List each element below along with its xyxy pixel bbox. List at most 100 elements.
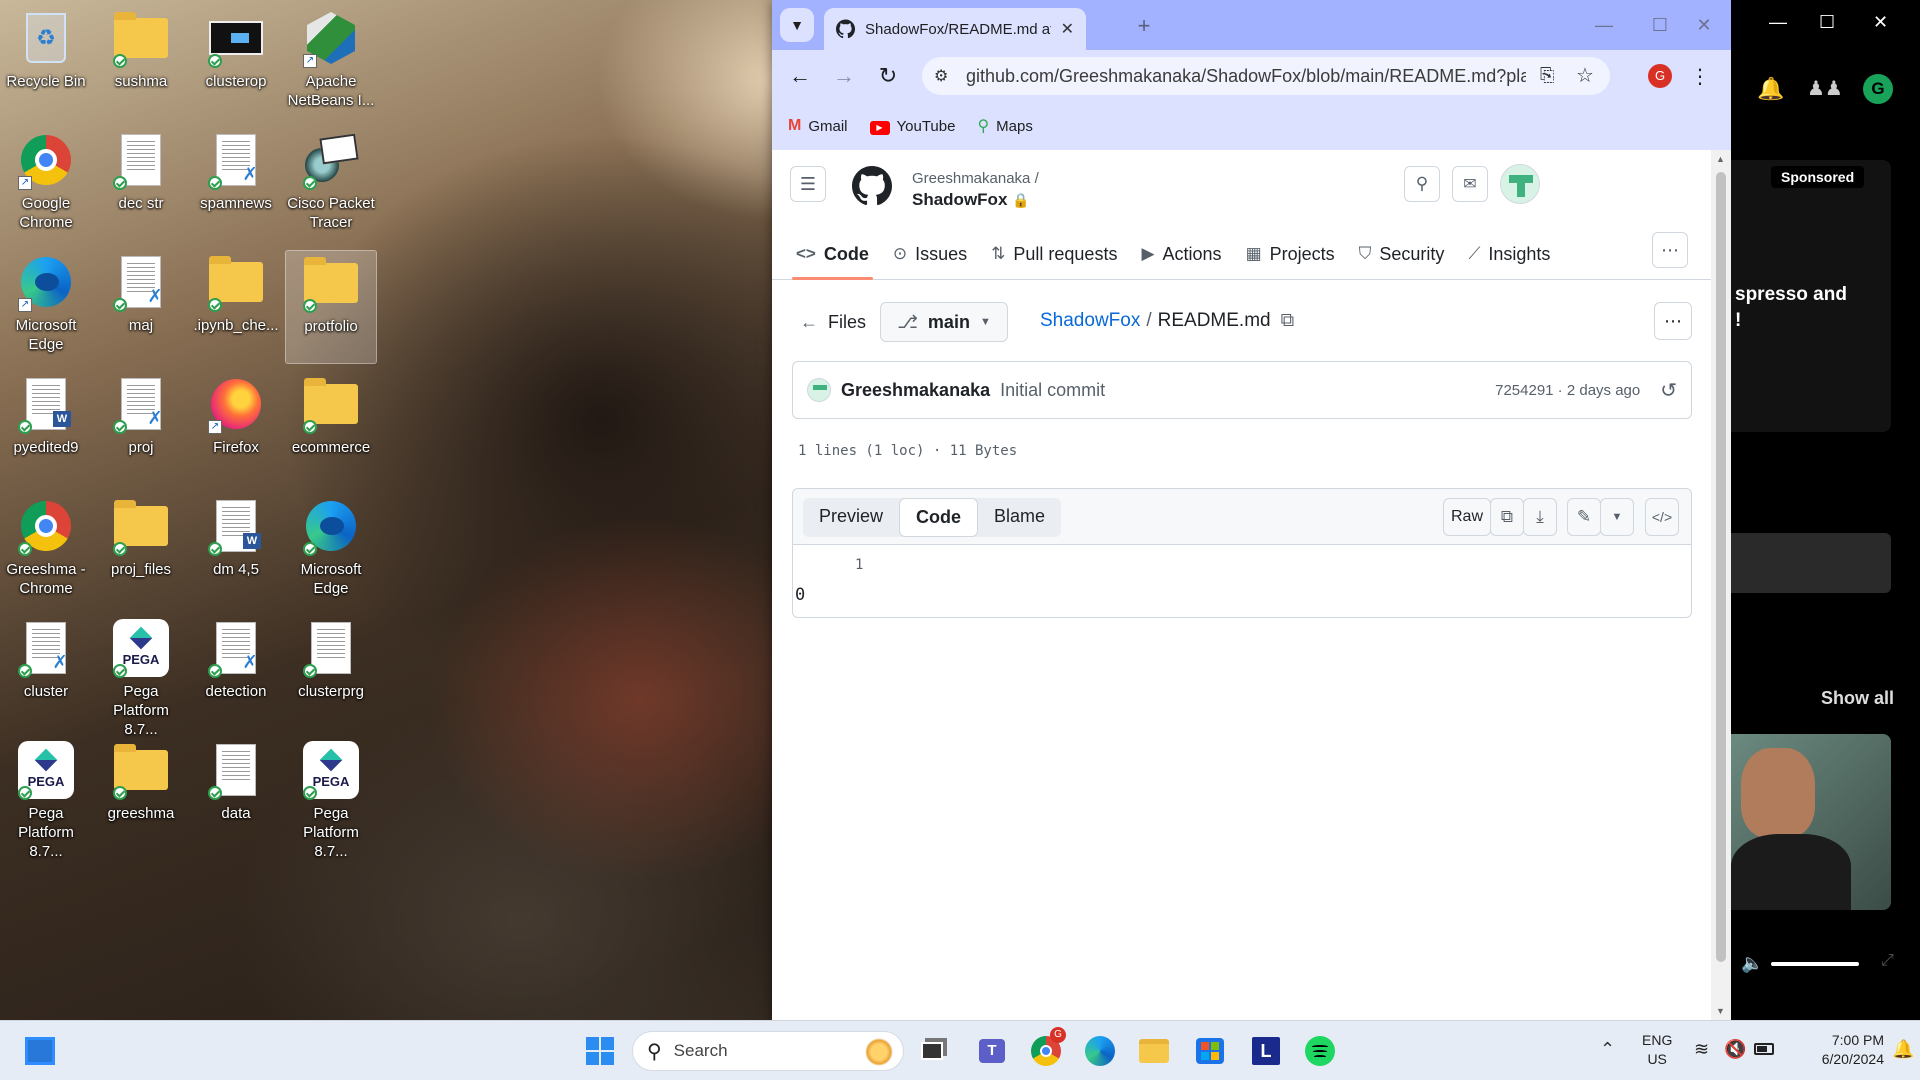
desktop-icon[interactable]: ✗ maj: [95, 250, 187, 364]
repo-name-link[interactable]: ShadowFox 🔒: [912, 190, 1030, 210]
more-tabs-button[interactable]: ⋯: [1652, 232, 1688, 268]
desktop-icon[interactable]: protfolio: [285, 250, 377, 364]
desktop-icon[interactable]: Wpyedited9: [0, 372, 92, 486]
notification-bell-icon[interactable]: 🔔: [1892, 1039, 1914, 1060]
wifi-icon[interactable]: ≋: [1694, 1039, 1709, 1060]
view-tab-blame[interactable]: Blame: [978, 498, 1061, 537]
desktop-icon[interactable]: dec str: [95, 128, 187, 242]
spotify-minimize-button[interactable]: —: [1769, 12, 1787, 33]
widgets-icon[interactable]: [20, 1031, 60, 1071]
files-toggle-button[interactable]: ← Files: [792, 304, 874, 340]
desktop-icon[interactable]: PEGA Pega Platform 8.7...: [95, 616, 187, 738]
desktop-icon[interactable]: sushma: [95, 6, 187, 120]
language-indicator[interactable]: ENG US: [1642, 1031, 1672, 1069]
desktop-icon[interactable]: ↗ Firefox: [190, 372, 282, 486]
desktop-icon[interactable]: ✗ cluster: [0, 616, 92, 730]
taskbar-search[interactable]: ⚲ Search: [632, 1031, 904, 1071]
file-more-button[interactable]: ⋯: [1654, 302, 1692, 340]
friend-activity-icon[interactable]: ♟♟: [1807, 76, 1843, 101]
commit-meta[interactable]: 7254291 · 2 days ago: [1495, 382, 1640, 399]
raw-button[interactable]: Raw: [1443, 498, 1491, 536]
forward-button[interactable]: →: [828, 60, 860, 92]
edit-options-button[interactable]: ▼: [1600, 498, 1634, 536]
desktop-icon[interactable]: ↗ Google Chrome: [0, 128, 92, 242]
copy-path-icon[interactable]: ⧉: [1281, 310, 1295, 332]
volume-icon[interactable]: 🔈: [1741, 953, 1763, 974]
copy-raw-button[interactable]: ⧉: [1490, 498, 1524, 536]
tab-issues[interactable]: ⊙ Issues: [881, 230, 979, 278]
history-icon[interactable]: ↺: [1660, 378, 1677, 403]
browser-tab[interactable]: ShadowFox/README.md at main ✕: [824, 8, 1086, 50]
edge-taskbar-icon[interactable]: [1080, 1031, 1120, 1071]
view-tab-preview[interactable]: Preview: [803, 498, 899, 537]
desktop-icon[interactable]: data: [190, 738, 282, 852]
desktop-icon[interactable]: .ipynb_che...: [190, 250, 282, 364]
menu-kebab-icon[interactable]: ⋮: [1686, 62, 1714, 90]
download-button[interactable]: ⤓: [1523, 498, 1557, 536]
tab-actions[interactable]: ▶ Actions: [1129, 230, 1233, 278]
desktop-icon[interactable]: ↗ Microsoft Edge: [0, 250, 92, 364]
page-scrollbar[interactable]: ▲ ▼: [1711, 150, 1731, 1020]
nav-menu-button[interactable]: ☰: [790, 166, 826, 202]
chrome-taskbar-icon[interactable]: G: [1026, 1027, 1066, 1071]
notifications-bell-icon[interactable]: 🔔: [1757, 76, 1784, 102]
repo-owner-link[interactable]: Greeshmakanaka /: [912, 170, 1039, 187]
edit-button[interactable]: ✎: [1567, 498, 1601, 536]
commit-author[interactable]: Greeshmakanaka: [841, 380, 990, 401]
desktop-icon[interactable]: greeshma: [95, 738, 187, 852]
l-app-icon[interactable]: L: [1246, 1031, 1286, 1071]
task-view-icon[interactable]: [912, 1031, 952, 1071]
address-bar[interactable]: ⚙ github.com/Greeshmakanaka/ShadowFox/bl…: [922, 57, 1610, 95]
install-app-icon[interactable]: ⎘: [1540, 65, 1554, 86]
desktop-icon[interactable]: ✗ detection: [190, 616, 282, 730]
bookmark-gmail[interactable]: M Gmail: [788, 117, 848, 135]
desktop-icon[interactable]: Microsoft Edge: [285, 494, 377, 608]
profile-avatar[interactable]: G: [1648, 64, 1672, 88]
fullscreen-icon[interactable]: ⤢: [1881, 952, 1894, 970]
commit-author-avatar[interactable]: [807, 378, 831, 402]
desktop-icon[interactable]: ♻ Recycle Bin: [0, 6, 92, 120]
speaker-muted-icon[interactable]: 🔇: [1724, 1039, 1746, 1060]
file-explorer-icon[interactable]: [1134, 1031, 1174, 1071]
commit-message[interactable]: Initial commit: [1000, 380, 1105, 401]
spotify-close-button[interactable]: ✕: [1873, 12, 1888, 33]
desktop-icon[interactable]: Greeshma - Chrome: [0, 494, 92, 608]
tab-code[interactable]: <> Code: [784, 230, 881, 280]
tab-security[interactable]: ⛉ Security: [1347, 230, 1457, 278]
desktop-icon[interactable]: Wdm 4,5: [190, 494, 282, 608]
bookmark-youtube[interactable]: ▶ YouTube: [869, 117, 955, 135]
spotify-profile-avatar[interactable]: G: [1863, 74, 1893, 104]
branch-selector[interactable]: ⎇ main ▼: [880, 302, 1008, 342]
minimize-button[interactable]: —: [1584, 10, 1624, 40]
tab-insights[interactable]: ⟋ Insights: [1456, 230, 1562, 278]
start-button[interactable]: [580, 1031, 620, 1071]
bookmark-maps[interactable]: ⚲ Maps: [977, 116, 1032, 136]
teams-icon[interactable]: T: [972, 1031, 1012, 1071]
scroll-down-icon[interactable]: ▼: [1716, 1006, 1725, 1016]
view-tab-code[interactable]: Code: [899, 498, 979, 537]
tab-pull-requests[interactable]: ⇅ Pull requests: [979, 230, 1129, 278]
back-button[interactable]: ←: [784, 60, 816, 92]
desktop-icon[interactable]: Cisco Packet Tracer: [285, 128, 377, 242]
new-tab-button[interactable]: +: [1130, 12, 1158, 40]
artist-card-image[interactable]: [1731, 734, 1891, 910]
desktop-icon[interactable]: ✗ proj: [95, 372, 187, 486]
desktop-icon[interactable]: ↗ Apache NetBeans I...: [285, 6, 377, 120]
tab-projects[interactable]: ▦ Projects: [1234, 230, 1347, 278]
desktop-icon[interactable]: proj_files: [95, 494, 187, 608]
show-all-link[interactable]: Show all: [1821, 688, 1894, 709]
search-button[interactable]: ⚲: [1404, 166, 1440, 202]
desktop-icon[interactable]: PEGA Pega Platform 8.7...: [285, 738, 377, 860]
maximize-button[interactable]: ☐: [1640, 10, 1680, 40]
user-avatar[interactable]: [1500, 164, 1540, 204]
store-icon[interactable]: [1190, 1031, 1230, 1071]
symbols-panel-button[interactable]: </>: [1645, 498, 1679, 536]
desktop-icon[interactable]: ecommerce: [285, 372, 377, 486]
desktop-icon[interactable]: PEGA Pega Platform 8.7...: [0, 738, 92, 860]
site-info-icon[interactable]: ⚙: [934, 66, 948, 86]
reload-button[interactable]: ↻: [872, 60, 904, 92]
desktop-icon[interactable]: clusterprg: [285, 616, 377, 730]
close-tab-icon[interactable]: ✕: [1061, 19, 1074, 39]
show-hidden-icons-icon[interactable]: ⌃: [1600, 1039, 1615, 1060]
desktop-icon[interactable]: ✗ spamnews: [190, 128, 282, 242]
